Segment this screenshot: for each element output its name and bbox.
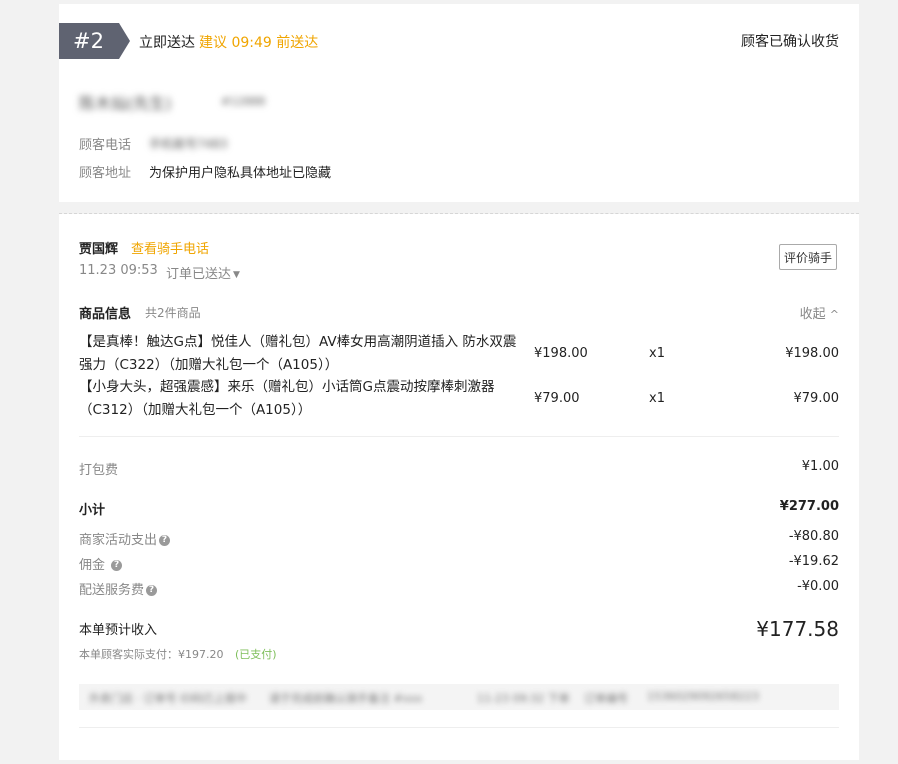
order-status: 顾客已确认收货 — [741, 34, 839, 50]
subtotal-value: ¥277.00 — [779, 499, 839, 514]
order-id: 1536029092658223 — [647, 690, 759, 703]
help-icon[interactable]: ? — [111, 560, 123, 571]
commission-label: 佣金 — [79, 558, 106, 573]
address-label: 顾客地址 — [79, 166, 132, 181]
goods-item-total: ¥198.00 — [785, 346, 839, 361]
delivery-status-dropdown[interactable]: 订单已送达 ▼ — [166, 263, 240, 282]
subtotal-label: 小计 — [79, 503, 106, 518]
customer-order-count: #12888 — [221, 95, 266, 108]
goods-title: 商品信息 — [79, 307, 132, 322]
goods-item-qty: x1 — [649, 391, 665, 406]
goods-item-qty: x1 — [649, 346, 665, 361]
expected-income-value: ¥177.58 — [756, 617, 839, 641]
customer-paid-text: 本单顾客实际支付：¥197.20 — [79, 648, 224, 661]
view-rider-phone-link[interactable]: 查看骑手电话 — [131, 238, 209, 257]
phone-value: 手机尾号7483 — [149, 137, 228, 151]
delivery-status-label: 订单已送达 — [166, 267, 232, 282]
order-detail-card: 贾国辉 查看骑手电话 11.23 09:53 订单已送达 ▼ 评价骑手 商品信息 … — [59, 214, 859, 760]
order-number-tag: #2 — [59, 23, 130, 59]
delivery-fee-row: 配送服务费? — [79, 579, 158, 598]
paid-status: (已支付) — [235, 648, 277, 661]
expected-income-label: 本单预计收入 — [79, 623, 158, 638]
order-summary-card: #2 立即送达 建议 09:49 前送达 顾客已确认收货 陈木灿(先生) #12… — [59, 4, 859, 202]
divider — [79, 436, 839, 437]
goods-item-price: ¥79.00 — [534, 391, 580, 406]
caret-down-icon: ▼ — [233, 270, 240, 280]
help-icon[interactable]: ? — [146, 585, 158, 596]
activity-expense-value: -¥80.80 — [788, 529, 839, 544]
divider — [79, 727, 839, 728]
goods-item-total: ¥79.00 — [793, 391, 840, 406]
goods-item-price: ¥198.00 — [534, 346, 588, 361]
delivery-time: 11.23 09:53 — [79, 263, 158, 278]
rider-name: 贾国辉 — [79, 242, 119, 257]
chevron-up-icon: ^ — [829, 308, 839, 321]
help-icon[interactable]: ? — [159, 535, 171, 546]
delivery-type: 立即送达 — [139, 35, 195, 51]
phone-label: 顾客电话 — [79, 138, 132, 153]
activity-expense-label: 商家活动支出 — [79, 533, 158, 548]
goods-item-name: 【是真棒！触达G点】悦佳人（赠礼包）AV棒女用高潮阴道插入 防水双震强力（C32… — [79, 334, 517, 373]
goods-count: 共2件商品 — [145, 306, 201, 320]
activity-expense-row: 商家活动支出? — [79, 529, 171, 548]
order-meta-bar: 外卖门店 · 订单号 ID码已上报中 请于完成前确认骑手备注 #xxx 11-2… — [79, 684, 839, 710]
order-id-label: 订单编号 — [584, 692, 628, 705]
goods-item-name: 【小身大头，超强震感】来乐（赠礼包）小话筒G点震动按摩棒刺激器（C312）（加赠… — [79, 379, 495, 418]
order-note: 请于完成前确认骑手备注 #xxx — [269, 692, 423, 705]
collapse-label: 收起 — [799, 307, 826, 322]
order-remark: 外卖门店 · 订单号 ID码已上报中 — [89, 692, 247, 705]
address-value: 为保护用户隐私具体地址已隐藏 — [149, 166, 332, 181]
delivery-fee-label: 配送服务费 — [79, 583, 145, 598]
customer-name: 陈木灿(先生) — [79, 94, 172, 113]
commission-value: -¥19.62 — [788, 554, 839, 569]
collapse-goods-button[interactable]: 收起 ^ — [800, 303, 839, 322]
packing-fee-label: 打包费 — [79, 463, 119, 478]
rate-rider-button[interactable]: 评价骑手 — [779, 244, 837, 270]
commission-row: 佣金 ? — [79, 554, 123, 573]
delivery-fee-value: -¥0.00 — [797, 579, 839, 594]
order-datetime: 11-23 09:32 下单 — [477, 692, 570, 705]
suggested-time: 建议 09:49 前送达 — [199, 35, 319, 51]
packing-fee-value: ¥1.00 — [801, 459, 839, 474]
